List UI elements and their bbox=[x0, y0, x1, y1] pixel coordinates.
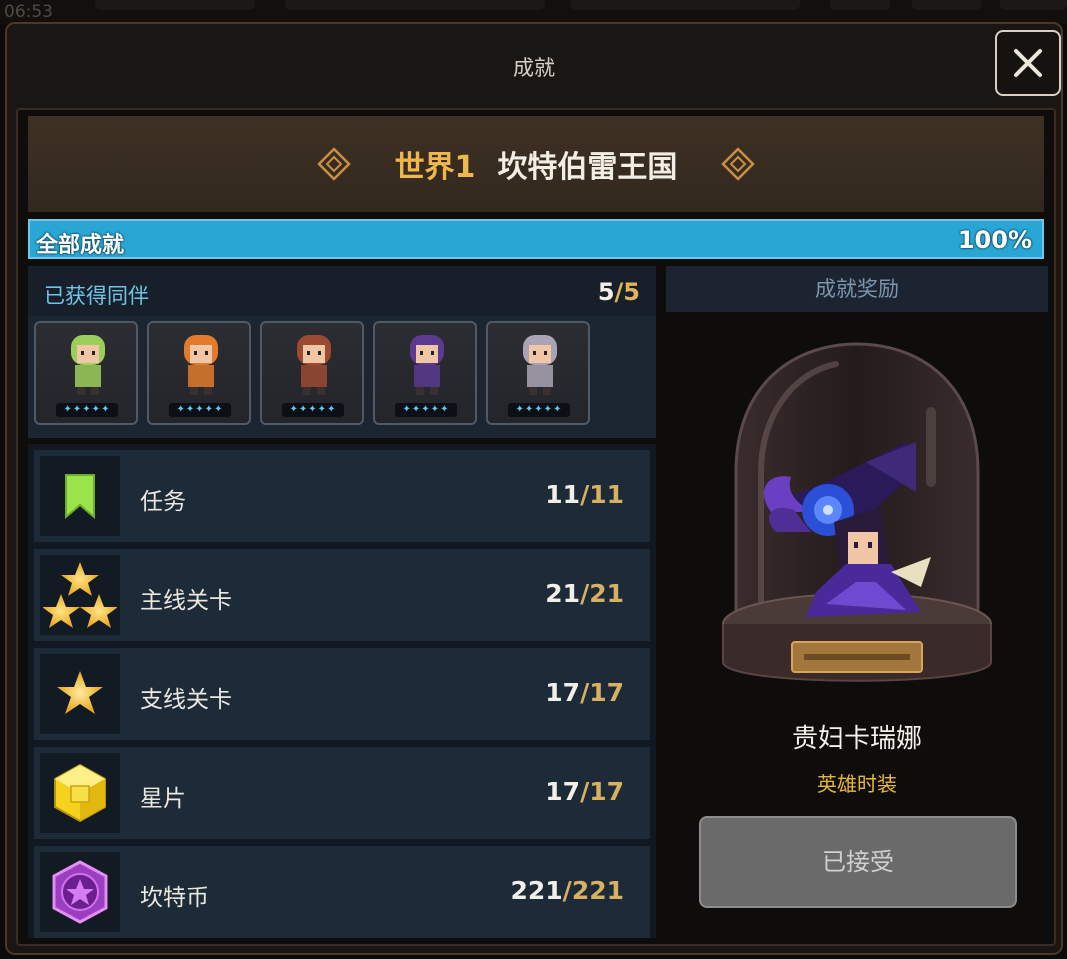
achievement-dialog: 成就 世界1 坎特伯雷王国 全部成就 100% 已获得同伴 5/5 ✦✦✦✦✦ … bbox=[5, 22, 1063, 955]
reward-item-type: 英雄时装 bbox=[817, 772, 897, 796]
achievement-done: 17 bbox=[545, 678, 581, 707]
three-stars-icon bbox=[40, 555, 120, 635]
top-tab bbox=[95, 0, 255, 10]
kanterbury-coin-icon bbox=[40, 852, 120, 932]
achievement-name: 支线关卡 bbox=[140, 687, 232, 713]
companion-rank-stars: ✦✦✦✦✦ bbox=[169, 403, 231, 417]
companion-rank-stars: ✦✦✦✦✦ bbox=[56, 403, 118, 417]
achievement-done: 17 bbox=[545, 777, 581, 806]
achievement-row[interactable]: 坎特币 221/221 bbox=[34, 846, 650, 938]
achievement-separator: / bbox=[580, 678, 590, 707]
companion-avatar-icon bbox=[410, 335, 444, 395]
achievement-count: 21/21 bbox=[545, 579, 624, 608]
world-name: 坎特伯雷王国 bbox=[497, 150, 678, 185]
companion-portrait[interactable]: ✦✦✦✦✦ bbox=[260, 321, 364, 425]
star-icon bbox=[40, 654, 120, 734]
overall-progress-percent: 100% bbox=[957, 226, 1032, 254]
achievement-done: 21 bbox=[545, 579, 581, 608]
star-piece-cube-icon bbox=[40, 753, 120, 833]
achievement-separator: / bbox=[562, 876, 572, 905]
companion-rank-stars: ✦✦✦✦✦ bbox=[282, 403, 344, 417]
achievement-list: 任务 11/11 主线关卡 21/21 支线关卡 17/17 星片 17/17 坎特币 221/2… bbox=[28, 444, 656, 938]
companions-header: 已获得同伴 5/5 bbox=[28, 266, 656, 316]
achievement-separator: / bbox=[580, 579, 590, 608]
companions-panel: 已获得同伴 5/5 ✦✦✦✦✦ ✦✦✦✦✦ ✦✦✦✦✦ ✦✦✦✦✦ ✦✦✦✦✦ bbox=[28, 266, 656, 438]
achievement-done: 11 bbox=[545, 480, 581, 509]
top-tab bbox=[912, 0, 982, 10]
companions-title: 已获得同伴 bbox=[44, 284, 149, 308]
achievement-total: 21 bbox=[589, 579, 624, 608]
companion-avatar-icon bbox=[71, 335, 105, 395]
diamond-ornament-icon bbox=[316, 147, 351, 181]
achievement-row[interactable]: 星片 17/17 bbox=[34, 747, 650, 839]
companion-portrait[interactable]: ✦✦✦✦✦ bbox=[147, 321, 251, 425]
achievement-separator: / bbox=[580, 480, 590, 509]
world-banner: 世界1 坎特伯雷王国 bbox=[28, 116, 1044, 212]
achievement-count: 17/17 bbox=[545, 678, 624, 707]
accepted-button[interactable]: 已接受 bbox=[699, 816, 1017, 908]
companion-avatar-icon bbox=[523, 335, 557, 395]
achievement-name: 坎特币 bbox=[140, 885, 209, 911]
glass-dome-costume-icon bbox=[722, 342, 992, 682]
top-tab bbox=[830, 0, 890, 10]
companions-count: 5/5 bbox=[598, 278, 640, 306]
overall-progress-label: 全部成就 bbox=[36, 233, 125, 258]
clock-text: 06:53 bbox=[4, 2, 53, 22]
achievement-name: 主线关卡 bbox=[140, 588, 232, 614]
world-number: 世界1 bbox=[394, 150, 476, 185]
achievement-count: 11/11 bbox=[545, 480, 624, 509]
content-panel: 世界1 坎特伯雷王国 全部成就 100% 已获得同伴 5/5 ✦✦✦✦✦ ✦✦✦✦… bbox=[16, 108, 1056, 946]
close-icon bbox=[1014, 49, 1042, 77]
companion-rank-stars: ✦✦✦✦✦ bbox=[508, 403, 570, 417]
close-button[interactable] bbox=[995, 30, 1061, 96]
top-tab bbox=[285, 0, 545, 10]
companions-separator: / bbox=[614, 278, 624, 306]
reward-header: 成就奖励 bbox=[666, 266, 1048, 312]
achievement-total: 17 bbox=[589, 678, 624, 707]
companion-rank-stars: ✦✦✦✦✦ bbox=[395, 403, 457, 417]
achievement-count: 17/17 bbox=[545, 777, 624, 806]
status-bar: 06:53 bbox=[0, 0, 1067, 24]
companion-avatar-icon bbox=[297, 335, 331, 395]
dialog-title: 成就 bbox=[513, 56, 555, 80]
top-tab bbox=[1000, 0, 1067, 10]
companion-portraits: ✦✦✦✦✦ ✦✦✦✦✦ ✦✦✦✦✦ ✦✦✦✦✦ ✦✦✦✦✦ bbox=[34, 321, 590, 425]
companions-obtained: 5 bbox=[597, 278, 615, 306]
overall-progress-bar: 全部成就 100% bbox=[28, 219, 1044, 259]
reward-panel: 成就奖励 贵妇卡瑞娜 英雄时装 已接受 bbox=[666, 266, 1048, 938]
achievement-name: 星片 bbox=[140, 786, 186, 812]
companions-total: 5 bbox=[623, 278, 640, 306]
achievement-total: 221 bbox=[571, 876, 624, 905]
achievement-total: 11 bbox=[589, 480, 624, 509]
achievement-separator: / bbox=[580, 777, 590, 806]
achievement-count: 221/221 bbox=[510, 876, 624, 905]
diamond-ornament-icon bbox=[721, 147, 756, 181]
companion-portrait[interactable]: ✦✦✦✦✦ bbox=[373, 321, 477, 425]
companion-portrait[interactable]: ✦✦✦✦✦ bbox=[486, 321, 590, 425]
achievement-name: 任务 bbox=[140, 489, 186, 515]
companion-avatar-icon bbox=[184, 335, 218, 395]
achievement-row[interactable]: 支线关卡 17/17 bbox=[34, 648, 650, 740]
achievement-done: 221 bbox=[510, 876, 563, 905]
top-tab bbox=[570, 0, 800, 10]
achievement-row[interactable]: 主线关卡 21/21 bbox=[34, 549, 650, 641]
achievement-total: 17 bbox=[589, 777, 624, 806]
companion-portrait[interactable]: ✦✦✦✦✦ bbox=[34, 321, 138, 425]
reward-item-name: 贵妇卡瑞娜 bbox=[791, 724, 922, 754]
bookmark-icon bbox=[40, 456, 120, 536]
achievement-row[interactable]: 任务 11/11 bbox=[34, 450, 650, 542]
